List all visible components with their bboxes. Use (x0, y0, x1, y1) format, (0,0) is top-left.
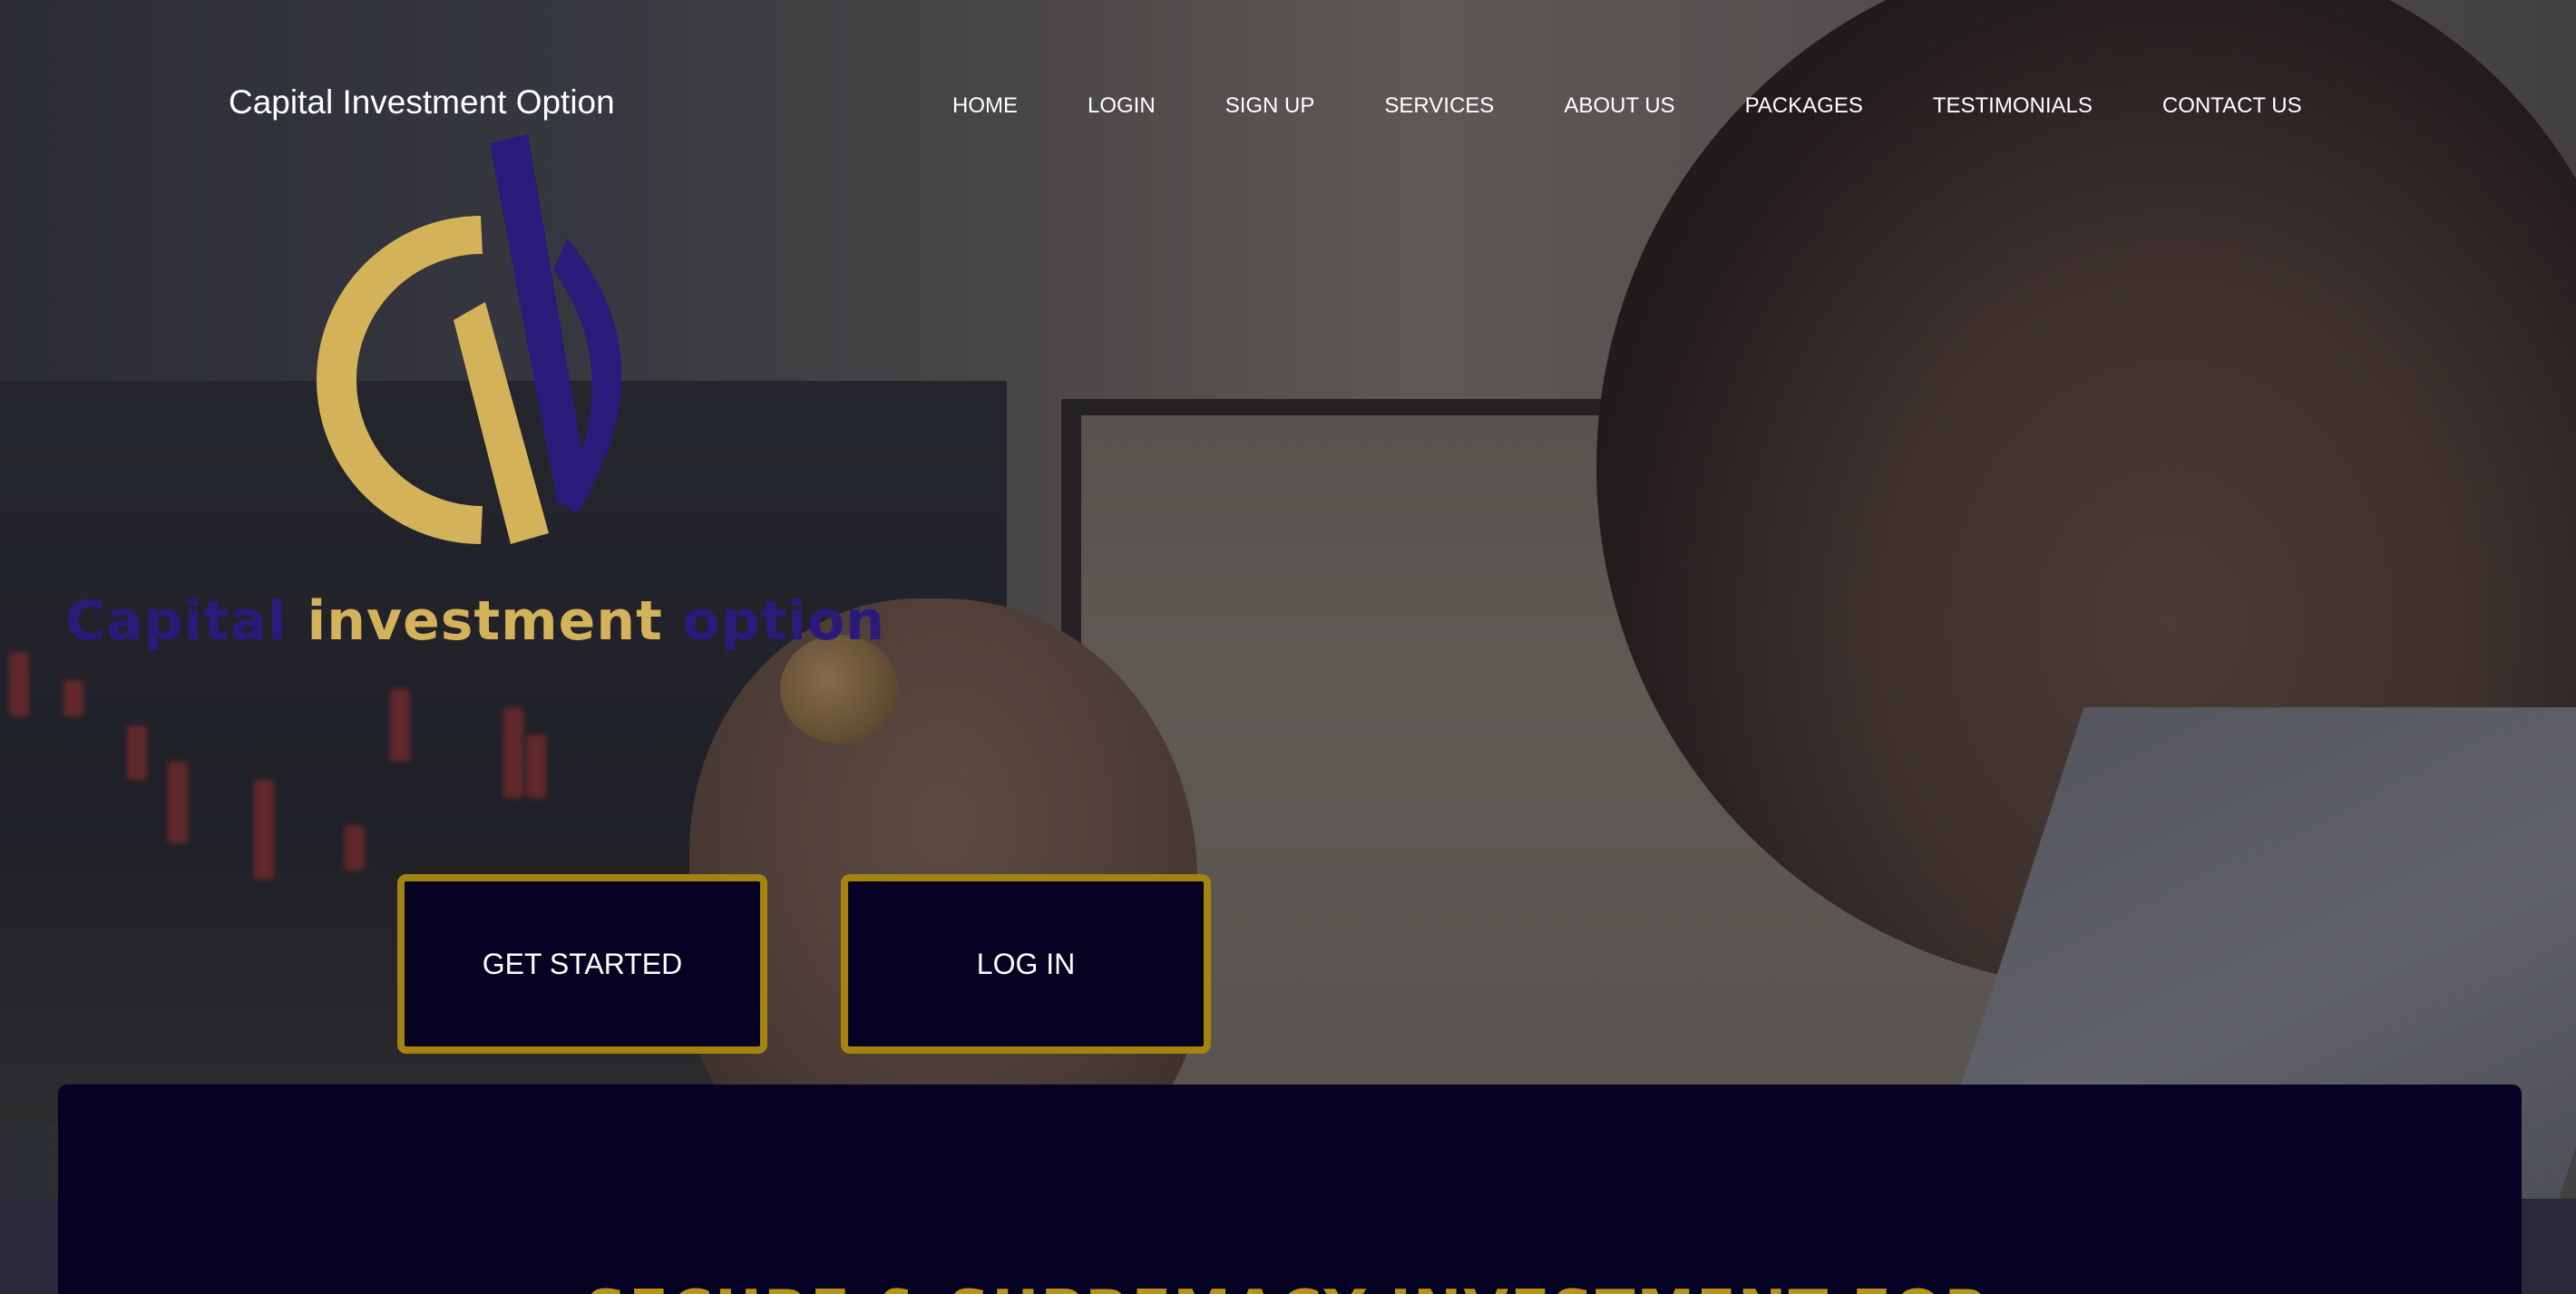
feature-panel (58, 1085, 2522, 1294)
section-heading: SECURE & SUPREMACY INVESTMENT FOR (0, 1271, 2576, 1294)
log-in-button[interactable]: LOG IN (841, 874, 1211, 1054)
nav-packages[interactable]: PACKAGES (1745, 93, 1863, 119)
nav-login[interactable]: LOGIN (1088, 93, 1156, 119)
main-nav: HOME LOGIN SIGN UP SERVICES ABOUT US PAC… (952, 91, 2302, 122)
nav-home[interactable]: HOME (952, 93, 1018, 119)
logo-word-option: option (682, 589, 886, 653)
get-started-button[interactable]: GET STARTED (397, 874, 767, 1054)
nav-sign-up[interactable]: SIGN UP (1225, 93, 1315, 119)
nav-services[interactable]: SERVICES (1384, 93, 1494, 119)
logo-wordmark: Capital investment option (65, 589, 885, 653)
ci-logo-icon (317, 134, 622, 544)
logo-word-capital: Capital (65, 589, 288, 653)
nav-about-us[interactable]: ABOUT US (1564, 93, 1674, 119)
logo-c-arc (317, 216, 483, 544)
nav-contact-us[interactable]: CONTACT US (2162, 93, 2302, 119)
brand-title[interactable]: Capital Investment Option (229, 83, 615, 122)
nav-testimonials[interactable]: TESTIMONIALS (1933, 93, 2093, 119)
logo-word-investment: investment (307, 589, 663, 653)
page: Capital Investment Option HOME LOGIN SIG… (0, 0, 2576, 1294)
